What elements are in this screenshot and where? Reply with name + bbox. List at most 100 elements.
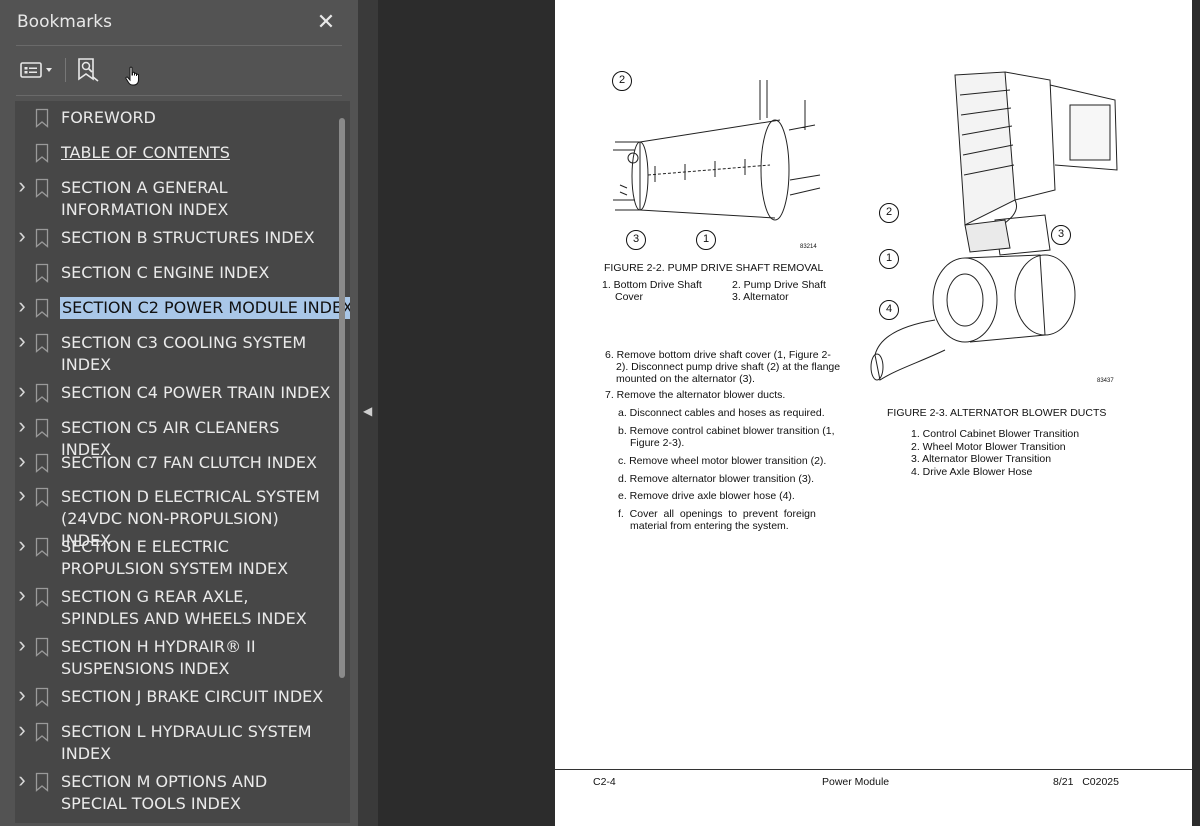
bookmark-icon: [35, 587, 49, 607]
bookmarks-toolbar: [0, 48, 358, 94]
step-text: material from entering the system.: [630, 520, 789, 532]
bookmark-icon: [35, 263, 49, 283]
footer-section-title: Power Module: [822, 776, 890, 788]
hand-cursor-icon: [124, 66, 144, 93]
figure2-legend-item: 1. Control Cabinet Blower Transition: [911, 428, 1080, 440]
figure2-caption: FIGURE 2-3. ALTERNATOR BLOWER DUCTS: [887, 407, 1107, 419]
bookmark-icon: [35, 687, 49, 707]
step-text: f. Cover all openings to prevent foreign: [618, 508, 816, 520]
expand-chevron-icon[interactable]: ›: [15, 584, 29, 606]
figure2-callout: 3: [1051, 225, 1071, 245]
bookmark-item[interactable]: › SECTION J BRAKE CIRCUIT INDEX: [15, 684, 335, 708]
bookmark-item[interactable]: › SECTION D ELECTRICAL SYSTEM (24VDC NON-…: [15, 484, 335, 551]
step-text: d. Remove alternator blower transition (…: [618, 473, 815, 485]
collapse-panel-icon[interactable]: ◀: [363, 404, 372, 418]
step-text: c. Remove wheel motor blower transition …: [618, 455, 827, 467]
bookmark-label: SECTION M OPTIONS AND SPECIAL TOOLS INDE…: [61, 772, 268, 813]
bookmark-label: SECTION B STRUCTURES INDEX: [61, 228, 315, 247]
bookmark-icon: [35, 298, 49, 318]
bookmark-item[interactable]: › SECTION B STRUCTURES INDEX: [15, 225, 335, 249]
bookmark-item[interactable]: TABLE OF CONTENTS: [15, 142, 335, 164]
bookmark-item[interactable]: FOREWORD: [15, 107, 335, 129]
bookmark-label: TABLE OF CONTENTS: [61, 143, 230, 162]
step-text: Figure 2-3).: [630, 437, 685, 449]
bookmark-label: SECTION E ELECTRIC PROPULSION SYSTEM IND…: [61, 537, 289, 578]
expand-chevron-icon[interactable]: ›: [15, 450, 29, 472]
step-text: 2). Disconnect pump drive shaft (2) at t…: [616, 361, 841, 373]
bookmark-item[interactable]: › SECTION C5 AIR CLEANERS INDEX: [15, 415, 335, 460]
bookmark-label: SECTION C4 POWER TRAIN INDEX: [61, 383, 331, 402]
bookmark-icon: [35, 143, 49, 163]
footer-rule: [555, 769, 1192, 770]
panel-title: Bookmarks: [17, 12, 112, 32]
bookmark-item[interactable]: › SECTION A GENERAL INFORMATION INDEX: [15, 175, 335, 221]
footer-page-number: C2-4: [593, 776, 616, 788]
figure1-legend-item: 2. Pump Drive Shaft: [732, 279, 826, 291]
step-text: a. Disconnect cables and hoses as requir…: [618, 407, 825, 419]
bookmark-icon: [35, 772, 49, 792]
figure2-legend-item: 2. Wheel Motor Blower Transition: [911, 441, 1066, 453]
figure1-callout: 3: [626, 230, 646, 250]
bookmark-list-scrollbar[interactable]: [339, 118, 345, 678]
bookmark-item[interactable]: › SECTION E ELECTRIC PROPULSION SYSTEM IN…: [15, 534, 335, 580]
bookmark-label: SECTION H HYDRAIR® II SUSPENSIONS INDEX: [61, 637, 256, 678]
bookmark-icon: [35, 418, 49, 438]
expand-chevron-icon[interactable]: ›: [15, 634, 29, 656]
expand-chevron-icon[interactable]: ›: [15, 175, 29, 197]
bookmark-icon: [35, 383, 49, 403]
bookmark-item[interactable]: › SECTION L HYDRAULIC SYSTEM INDEX: [15, 719, 335, 765]
bookmark-item[interactable]: › SECTION C2 POWER MODULE INDEX: [15, 295, 350, 319]
bookmark-item[interactable]: › SECTION C7 FAN CLUTCH INDEX: [15, 450, 335, 474]
bookmark-icon: [35, 333, 49, 353]
bookmark-label: SECTION G REAR AXLE, SPINDLES AND WHEELS…: [61, 587, 307, 628]
bookmark-item[interactable]: › SECTION H HYDRAIR® II SUSPENSIONS INDEX: [15, 634, 335, 680]
expand-chevron-icon[interactable]: ›: [15, 415, 29, 437]
bookmarks-panel: Bookmarks ✕ FOREWORD TABLE OF CONTENTS ›…: [0, 0, 358, 826]
figure2-callout: 2: [879, 203, 899, 223]
toolbar-divider: [16, 95, 342, 96]
step-text: 6. Remove bottom drive shaft cover (1, F…: [605, 349, 831, 361]
step-text: mounted on the alternator (3).: [616, 373, 755, 385]
bookmark-label: SECTION C7 FAN CLUTCH INDEX: [61, 453, 317, 472]
expand-chevron-icon[interactable]: ›: [15, 769, 29, 791]
step-text: b. Remove control cabinet blower transit…: [618, 425, 835, 437]
alternator-blower-ducts-illustration: [870, 71, 1118, 381]
bookmarks-panel-header: Bookmarks ✕: [0, 0, 358, 44]
bookmark-item[interactable]: › SECTION C3 COOLING SYSTEM INDEX: [15, 330, 335, 376]
bookmark-item[interactable]: › SECTION C4 POWER TRAIN INDEX: [15, 380, 335, 404]
pump-drive-shaft-illustration: [613, 80, 821, 221]
expand-chevron-icon[interactable]: ›: [15, 225, 29, 247]
expand-chevron-icon[interactable]: ›: [15, 295, 29, 317]
figure1-legend-item: Cover: [615, 291, 644, 303]
bookmark-label: FOREWORD: [61, 108, 156, 127]
bookmark-icon: [35, 722, 49, 742]
figure1-legend-item: 1. Bottom Drive Shaft: [602, 279, 702, 291]
find-current-bookmark-button[interactable]: [73, 56, 103, 84]
close-icon[interactable]: ✕: [313, 9, 339, 35]
bookmark-label: SECTION C3 COOLING SYSTEM INDEX: [61, 333, 307, 374]
figure1-caption: FIGURE 2-2. PUMP DRIVE SHAFT REMOVAL: [604, 262, 824, 274]
options-menu-button[interactable]: [17, 56, 57, 84]
bookmark-item[interactable]: › SECTION M OPTIONS AND SPECIAL TOOLS IND…: [15, 769, 335, 815]
expand-chevron-icon[interactable]: ›: [15, 684, 29, 706]
bookmark-label: SECTION A GENERAL INFORMATION INDEX: [61, 178, 229, 219]
figure2-callout: 1: [879, 249, 899, 269]
bookmark-icon: [35, 637, 49, 657]
expand-chevron-icon[interactable]: ›: [15, 380, 29, 402]
expand-chevron-icon[interactable]: ›: [15, 719, 29, 741]
options-menu-icon: [20, 62, 52, 78]
figure2-legend-item: 4. Drive Axle Blower Hose: [911, 466, 1033, 478]
expand-chevron-icon[interactable]: ›: [15, 534, 29, 556]
bookmark-label: SECTION C ENGINE INDEX: [61, 263, 270, 282]
expand-chevron-icon[interactable]: ›: [15, 484, 29, 506]
step-text: 7. Remove the alternator blower ducts.: [605, 389, 786, 401]
bookmark-icon: [35, 537, 49, 557]
bookmark-item[interactable]: › SECTION G REAR AXLE, SPINDLES AND WHEEL…: [15, 584, 335, 630]
step-text: e. Remove drive axle blower hose (4).: [618, 490, 795, 502]
bookmark-item[interactable]: SECTION C ENGINE INDEX: [15, 262, 335, 284]
bookmark-icon: [35, 108, 49, 128]
toolbar-separator: [65, 58, 66, 82]
expand-chevron-icon[interactable]: ›: [15, 330, 29, 352]
pdf-viewer-app: Bookmarks ✕ FOREWORD TABLE OF CONTENTS ›…: [0, 0, 1200, 826]
figure1-number: 83214: [800, 244, 817, 250]
